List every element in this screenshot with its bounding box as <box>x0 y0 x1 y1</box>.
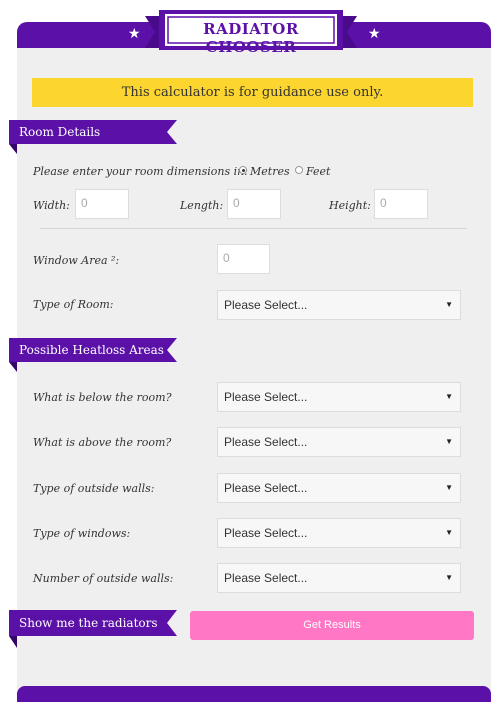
length-label: Length: <box>180 199 224 212</box>
footer-bar <box>17 686 491 702</box>
metres-radio[interactable] <box>239 166 247 174</box>
above-room-select[interactable]: Please Select... ▼ <box>217 427 461 457</box>
height-input[interactable]: 0 <box>374 189 428 219</box>
chevron-down-icon: ▼ <box>445 573 453 582</box>
number-walls-label: Number of outside walls: <box>33 572 174 585</box>
room-type-select[interactable]: Please Select... ▼ <box>217 290 461 320</box>
select-value: Please Select... <box>224 298 308 312</box>
section-heading: Possible Heatloss Areas <box>19 343 164 357</box>
section-results: Show me the radiators <box>9 610 177 648</box>
feet-radio[interactable] <box>295 166 303 174</box>
metres-label: Metres <box>250 165 290 178</box>
section-heading: Show me the radiators <box>19 616 158 630</box>
select-value: Please Select... <box>224 435 308 449</box>
page-title: RADIATOR CHOOSER <box>203 20 299 56</box>
window-area-input[interactable]: 0 <box>217 244 270 274</box>
room-type-label: Type of Room: <box>33 298 114 311</box>
star-icon: ★ <box>128 26 141 42</box>
star-icon: ★ <box>368 26 381 42</box>
chevron-down-icon: ▼ <box>445 300 453 309</box>
windows-label: Type of windows: <box>33 527 131 540</box>
window-area-label: Window Area ²: <box>33 254 120 267</box>
height-label: Height: <box>329 199 371 212</box>
select-value: Please Select... <box>224 571 308 585</box>
below-room-select[interactable]: Please Select... ▼ <box>217 382 461 412</box>
section-heading: Room Details <box>19 125 101 139</box>
length-input[interactable]: 0 <box>227 189 281 219</box>
chevron-down-icon: ▼ <box>445 392 453 401</box>
width-input[interactable]: 0 <box>75 189 129 219</box>
section-room-details: Room Details <box>9 120 177 154</box>
outside-walls-select[interactable]: Please Select... ▼ <box>217 473 461 503</box>
divider <box>40 228 467 229</box>
feet-label: Feet <box>306 165 331 178</box>
section-heatloss: Possible Heatloss Areas <box>9 338 177 372</box>
select-value: Please Select... <box>224 390 308 404</box>
above-room-label: What is above the room? <box>33 436 172 449</box>
chevron-down-icon: ▼ <box>445 483 453 492</box>
units-prompt: Please enter your room dimensions in: <box>33 165 248 178</box>
chevron-down-icon: ▼ <box>445 528 453 537</box>
select-value: Please Select... <box>224 526 308 540</box>
chevron-down-icon: ▼ <box>445 437 453 446</box>
select-value: Please Select... <box>224 481 308 495</box>
guidance-notice: This calculator is for guidance use only… <box>32 78 473 107</box>
below-room-label: What is below the room? <box>33 391 172 404</box>
width-label: Width: <box>33 199 70 212</box>
number-walls-select[interactable]: Please Select... ▼ <box>217 563 461 593</box>
windows-select[interactable]: Please Select... ▼ <box>217 518 461 548</box>
get-results-button[interactable]: Get Results <box>190 611 474 640</box>
outside-walls-label: Type of outside walls: <box>33 482 155 495</box>
